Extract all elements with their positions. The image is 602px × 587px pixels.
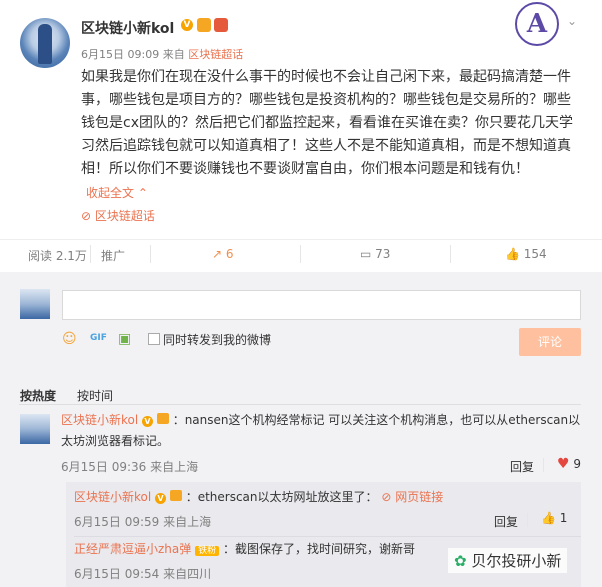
- comment-input[interactable]: [62, 290, 581, 320]
- reply-like-button[interactable]: 👍 1: [541, 511, 567, 525]
- chevron-up-icon: ⌃: [137, 186, 148, 200]
- author-name[interactable]: 区块链小新kol: [81, 18, 174, 38]
- chevron-down-icon[interactable]: ⌄: [567, 14, 577, 28]
- reply-text: ：etherscan以太坊网址放这里了：: [185, 490, 378, 504]
- reply-button[interactable]: 回复: [510, 458, 534, 475]
- like-button[interactable]: 👍 154: [505, 247, 547, 261]
- comment-icon: ▭: [360, 247, 372, 261]
- sort-hot-tab[interactable]: 按热度: [20, 387, 56, 404]
- post-meta: 6月15日 09:09 来自 区块链超话: [81, 46, 243, 62]
- wechat-icon: ✿: [454, 552, 467, 570]
- share-checkbox[interactable]: [148, 333, 160, 345]
- fan-badge-icon: [156, 413, 169, 424]
- reply-body: 区块链小新kol V ：etherscan以太坊网址放这里了： ⊘ 网页链接: [74, 487, 443, 508]
- topic-icon: ⊘: [81, 209, 92, 223]
- thumbs-up-icon: 👍: [505, 247, 520, 261]
- verified-icon: V: [155, 493, 167, 504]
- reply-button[interactable]: 回复: [494, 513, 518, 530]
- comment-time: 6月15日 09:36 来自上海: [61, 460, 199, 474]
- author-avatar[interactable]: [20, 18, 70, 68]
- divider: [90, 245, 91, 263]
- watermark: ✿ 贝尔投研小新: [448, 548, 568, 573]
- commenter-name[interactable]: 区块链小新kol: [61, 413, 138, 427]
- image-icon[interactable]: ▣: [118, 331, 131, 347]
- collapse-link[interactable]: 收起全文 ⌃: [86, 184, 148, 201]
- divider: [74, 536, 581, 537]
- comment-body: 区块链小新kol V ：nansen这个机构经常标记 可以关注这个机构消息，也可…: [61, 410, 581, 452]
- reply-body: 正经严肃逗逼小zha弹 铁粉 ：截图保存了，找时间研究，谢新哥: [74, 539, 415, 562]
- fan-badge-icon: [197, 18, 211, 32]
- sort-time-tab[interactable]: 按时间: [77, 387, 113, 404]
- divider: [543, 458, 544, 472]
- divider: [150, 245, 151, 263]
- divider: [527, 513, 528, 527]
- share-checkbox-label: 同时转发到我的微博: [163, 333, 272, 347]
- divider: [19, 404, 581, 405]
- verified-icon: V: [142, 416, 154, 427]
- comment-text: ：nansen这个机构经常标记 可以关注这个机构消息，也可以从etherscan…: [61, 413, 581, 448]
- divider: [450, 245, 451, 263]
- share-button[interactable]: ↗ 6: [212, 247, 234, 261]
- replier-name[interactable]: 正经严肃逗逼小zha弹: [74, 542, 191, 556]
- read-count: 阅读 2.1万: [28, 249, 87, 263]
- promote-button[interactable]: 推广: [101, 247, 125, 264]
- submit-comment-button[interactable]: 评论: [519, 328, 581, 356]
- thumbs-up-icon: 👍: [541, 511, 556, 525]
- reply-time: 6月15日 09:59 来自上海: [74, 515, 212, 529]
- post-time[interactable]: 6月15日 09:09: [81, 48, 159, 61]
- divider: [300, 245, 301, 263]
- reply-time: 6月15日 09:54 来自四川: [74, 567, 212, 581]
- post-content: 如果我是你们在现在没什么事干的时候也不会让自己闲下来，最起码搞清楚一件事，哪些钱…: [81, 69, 573, 177]
- emoji-icon[interactable]: ☺: [62, 331, 77, 347]
- link-icon: ⊘: [381, 490, 392, 504]
- fan-badge-icon: [169, 490, 182, 501]
- avengers-logo-icon: A: [515, 2, 559, 46]
- gif-icon[interactable]: GIF: [90, 333, 107, 343]
- reply-text: ：截图保存了，找时间研究，谢新哥: [222, 542, 415, 556]
- web-link[interactable]: ⊘ 网页链接: [381, 490, 443, 504]
- comment-button[interactable]: ▭ 73: [360, 247, 390, 261]
- share-icon: ↗: [212, 247, 223, 261]
- verified-icon: V: [181, 19, 193, 31]
- fan-level-badge: 铁粉: [195, 546, 220, 556]
- post-source[interactable]: 区块链超话: [188, 48, 243, 61]
- my-avatar[interactable]: [20, 289, 50, 319]
- heart-icon: ♥: [557, 456, 570, 472]
- commenter-avatar[interactable]: [20, 414, 50, 444]
- from-label: 来自: [162, 48, 185, 61]
- medal-icon: [214, 18, 228, 32]
- replier-name[interactable]: 区块链小新kol: [74, 490, 151, 504]
- comment-like-button[interactable]: ♥ 9: [557, 456, 581, 472]
- topic-link[interactable]: ⊘ 区块链超话: [81, 207, 155, 224]
